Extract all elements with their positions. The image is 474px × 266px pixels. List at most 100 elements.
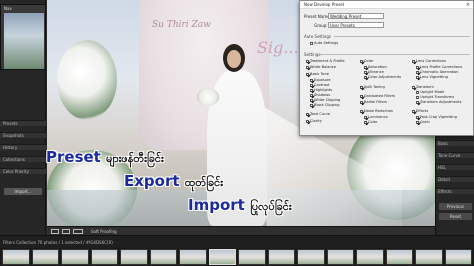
panel-tone-curve[interactable]: Tone Curve — [436, 152, 474, 158]
checkbox-lens-vignetting[interactable]: Lens Vignetting — [416, 75, 448, 79]
film-thumbnail-selected[interactable] — [208, 249, 236, 265]
checkbox-black-clipping[interactable]: Black Clipping — [310, 103, 340, 107]
film-thumbnail[interactable] — [149, 249, 177, 265]
checkbox-vibrance[interactable]: Vibrance — [364, 70, 384, 74]
dialog-titlebar[interactable]: New Develop Preset × — [300, 1, 473, 9]
checkbox-upright-transforms[interactable]: Upright Transforms — [416, 95, 454, 99]
film-thumbnail[interactable] — [179, 249, 207, 265]
overlay-export-mm: ထုတ်ခြင်း — [184, 176, 224, 189]
overlay-preset-en: Preset — [46, 148, 101, 166]
film-thumbnail[interactable] — [444, 249, 472, 265]
checkbox-transform-adjustments[interactable]: Transform Adjustments — [416, 100, 462, 104]
panel-color-priority[interactable]: Color Priority — [0, 168, 46, 174]
group-select[interactable]: User Presets — [328, 22, 384, 28]
panel-effects[interactable]: Effects — [436, 188, 474, 194]
auto-settings-divider — [334, 36, 470, 37]
preset-name-input[interactable]: Wedding Preset — [328, 13, 384, 19]
checkbox-post-crop-vignetting[interactable]: Post-Crop Vignetting — [416, 115, 457, 119]
checkbox-luminance[interactable]: Luminance — [364, 115, 388, 119]
new-develop-preset-dialog: New Develop Preset × Preset Name: Weddin… — [299, 0, 474, 136]
panel-snapshots[interactable]: Snapshots — [0, 132, 46, 138]
checkbox-white-clipping[interactable]: White Clipping — [310, 98, 340, 102]
overlay-line-export: Export ထုတ်ခြင်း — [124, 172, 223, 192]
checkbox-lens-corrections[interactable]: Lens Corrections — [412, 59, 446, 63]
settings-divider — [320, 54, 470, 55]
film-thumbnail[interactable] — [90, 249, 118, 265]
film-thumbnail[interactable] — [297, 249, 325, 265]
soft-proofing-label[interactable]: Soft Proofing — [91, 228, 117, 235]
overlay-line-import: Import ပြုလုပ်ခြင်း — [188, 196, 292, 216]
toolbar: Soft Proofing — [47, 226, 435, 235]
film-thumbnail[interactable] — [356, 249, 384, 265]
checkbox-chromatic-aberration[interactable]: Chromatic Aberration — [416, 70, 459, 74]
panel-history[interactable]: History — [0, 144, 46, 150]
checkbox-split-toning[interactable]: Split Toning — [360, 85, 385, 89]
import-button[interactable]: Import... — [4, 188, 42, 195]
overlay-export-en: Export — [124, 172, 180, 190]
panel-presets[interactable]: Presets — [0, 120, 46, 126]
preset-name-label: Preset Name: — [304, 14, 331, 19]
left-panel: Nav Presets Snapshots History Collection… — [0, 0, 46, 248]
film-thumbnail[interactable] — [385, 249, 413, 265]
checkbox-shadows[interactable]: Shadows — [310, 93, 330, 97]
lightroom-window: Nav Presets Snapshots History Collection… — [0, 0, 474, 266]
compare-view-icon[interactable] — [62, 229, 70, 234]
checkbox-treatment-profile[interactable]: Treatment & Profile — [306, 59, 345, 63]
settings-title: Settings — [304, 52, 321, 57]
checkbox-color-adjustments[interactable]: Color Adjustments — [364, 75, 401, 79]
navigator-thumbnail[interactable] — [4, 13, 44, 69]
previous-button[interactable]: Previous — [439, 203, 472, 210]
panel-basic[interactable]: Basic — [436, 140, 474, 146]
filmstrip — [0, 248, 474, 266]
checkbox-grain[interactable]: Grain — [416, 120, 430, 124]
bride-face — [227, 50, 241, 68]
film-thumbnail[interactable] — [61, 249, 89, 265]
overlay-line-preset: Preset များဖန်တီးခြင်း — [46, 148, 164, 168]
overlay-import-en: Import — [188, 196, 245, 214]
checkbox-contrast[interactable]: Contrast — [310, 83, 329, 87]
before-after-icon[interactable] — [73, 229, 83, 234]
backdrop-text: Su Thiri Zaw — [152, 20, 211, 30]
auto-settings-title: Auto Settings — [304, 34, 331, 39]
checkbox-radial-filters[interactable]: Radial Filters — [360, 100, 387, 104]
checkbox-white-balance[interactable]: White Balance — [306, 65, 336, 69]
reset-button[interactable]: Reset — [439, 213, 472, 220]
bouquet — [197, 88, 219, 106]
close-icon[interactable]: × — [466, 1, 470, 9]
checkbox-highlights[interactable]: Highlights — [310, 88, 332, 92]
checkbox-transform[interactable]: Transform — [412, 85, 434, 89]
panel-detail[interactable]: Detail — [436, 176, 474, 182]
group-label: Group: — [314, 23, 328, 28]
loupe-view-icon[interactable] — [51, 229, 59, 234]
checkbox-clarity[interactable]: Clarity — [306, 119, 322, 123]
checkbox-lens-profile-corrections[interactable]: Lens Profile Corrections — [416, 65, 462, 69]
film-thumbnail[interactable] — [415, 249, 443, 265]
film-thumbnail[interactable] — [120, 249, 148, 265]
checkbox-saturation[interactable]: Saturation — [364, 65, 387, 69]
overlay-import-mm: ပြုလုပ်ခြင်း — [250, 200, 292, 213]
film-thumbnail[interactable] — [2, 249, 30, 265]
checkbox-basic-tone[interactable]: Basic Tone — [306, 72, 329, 76]
checkbox-auto-settings[interactable]: Auto Settings — [310, 41, 338, 45]
navigator-label: Nav — [4, 6, 12, 11]
checkbox-upright-mode[interactable]: Upright Mode — [416, 90, 444, 94]
checkbox-exposure[interactable]: Exposure — [310, 78, 331, 82]
dialog-title: New Develop Preset — [304, 2, 345, 7]
checkbox-graduated-filters[interactable]: Graduated Filters — [360, 94, 395, 98]
status-bar: Filters Collection 70 photos / 1 selecte… — [0, 235, 474, 248]
film-thumbnail[interactable] — [326, 249, 354, 265]
status-text: Filters Collection 70 photos / 1 selecte… — [3, 240, 113, 245]
checkbox-color[interactable]: Color — [360, 59, 373, 63]
film-thumbnail[interactable] — [238, 249, 266, 265]
overlay-preset-mm: များဖန်တီးခြင်း — [106, 152, 164, 165]
checkbox-effects[interactable]: Effects — [412, 109, 428, 113]
checkbox-nr-color[interactable]: Color — [364, 120, 377, 124]
checkbox-tone-curve[interactable]: Tone Curve — [306, 112, 330, 116]
panel-hsl[interactable]: HSL — [436, 164, 474, 170]
film-thumbnail[interactable] — [31, 249, 59, 265]
film-thumbnail[interactable] — [267, 249, 295, 265]
checkbox-noise-reduction[interactable]: Noise Reduction — [360, 109, 393, 113]
panel-collections[interactable]: Collections — [0, 156, 46, 162]
flower-arrangement-left — [57, 40, 117, 120]
navigator-panel[interactable]: Nav — [0, 4, 46, 70]
